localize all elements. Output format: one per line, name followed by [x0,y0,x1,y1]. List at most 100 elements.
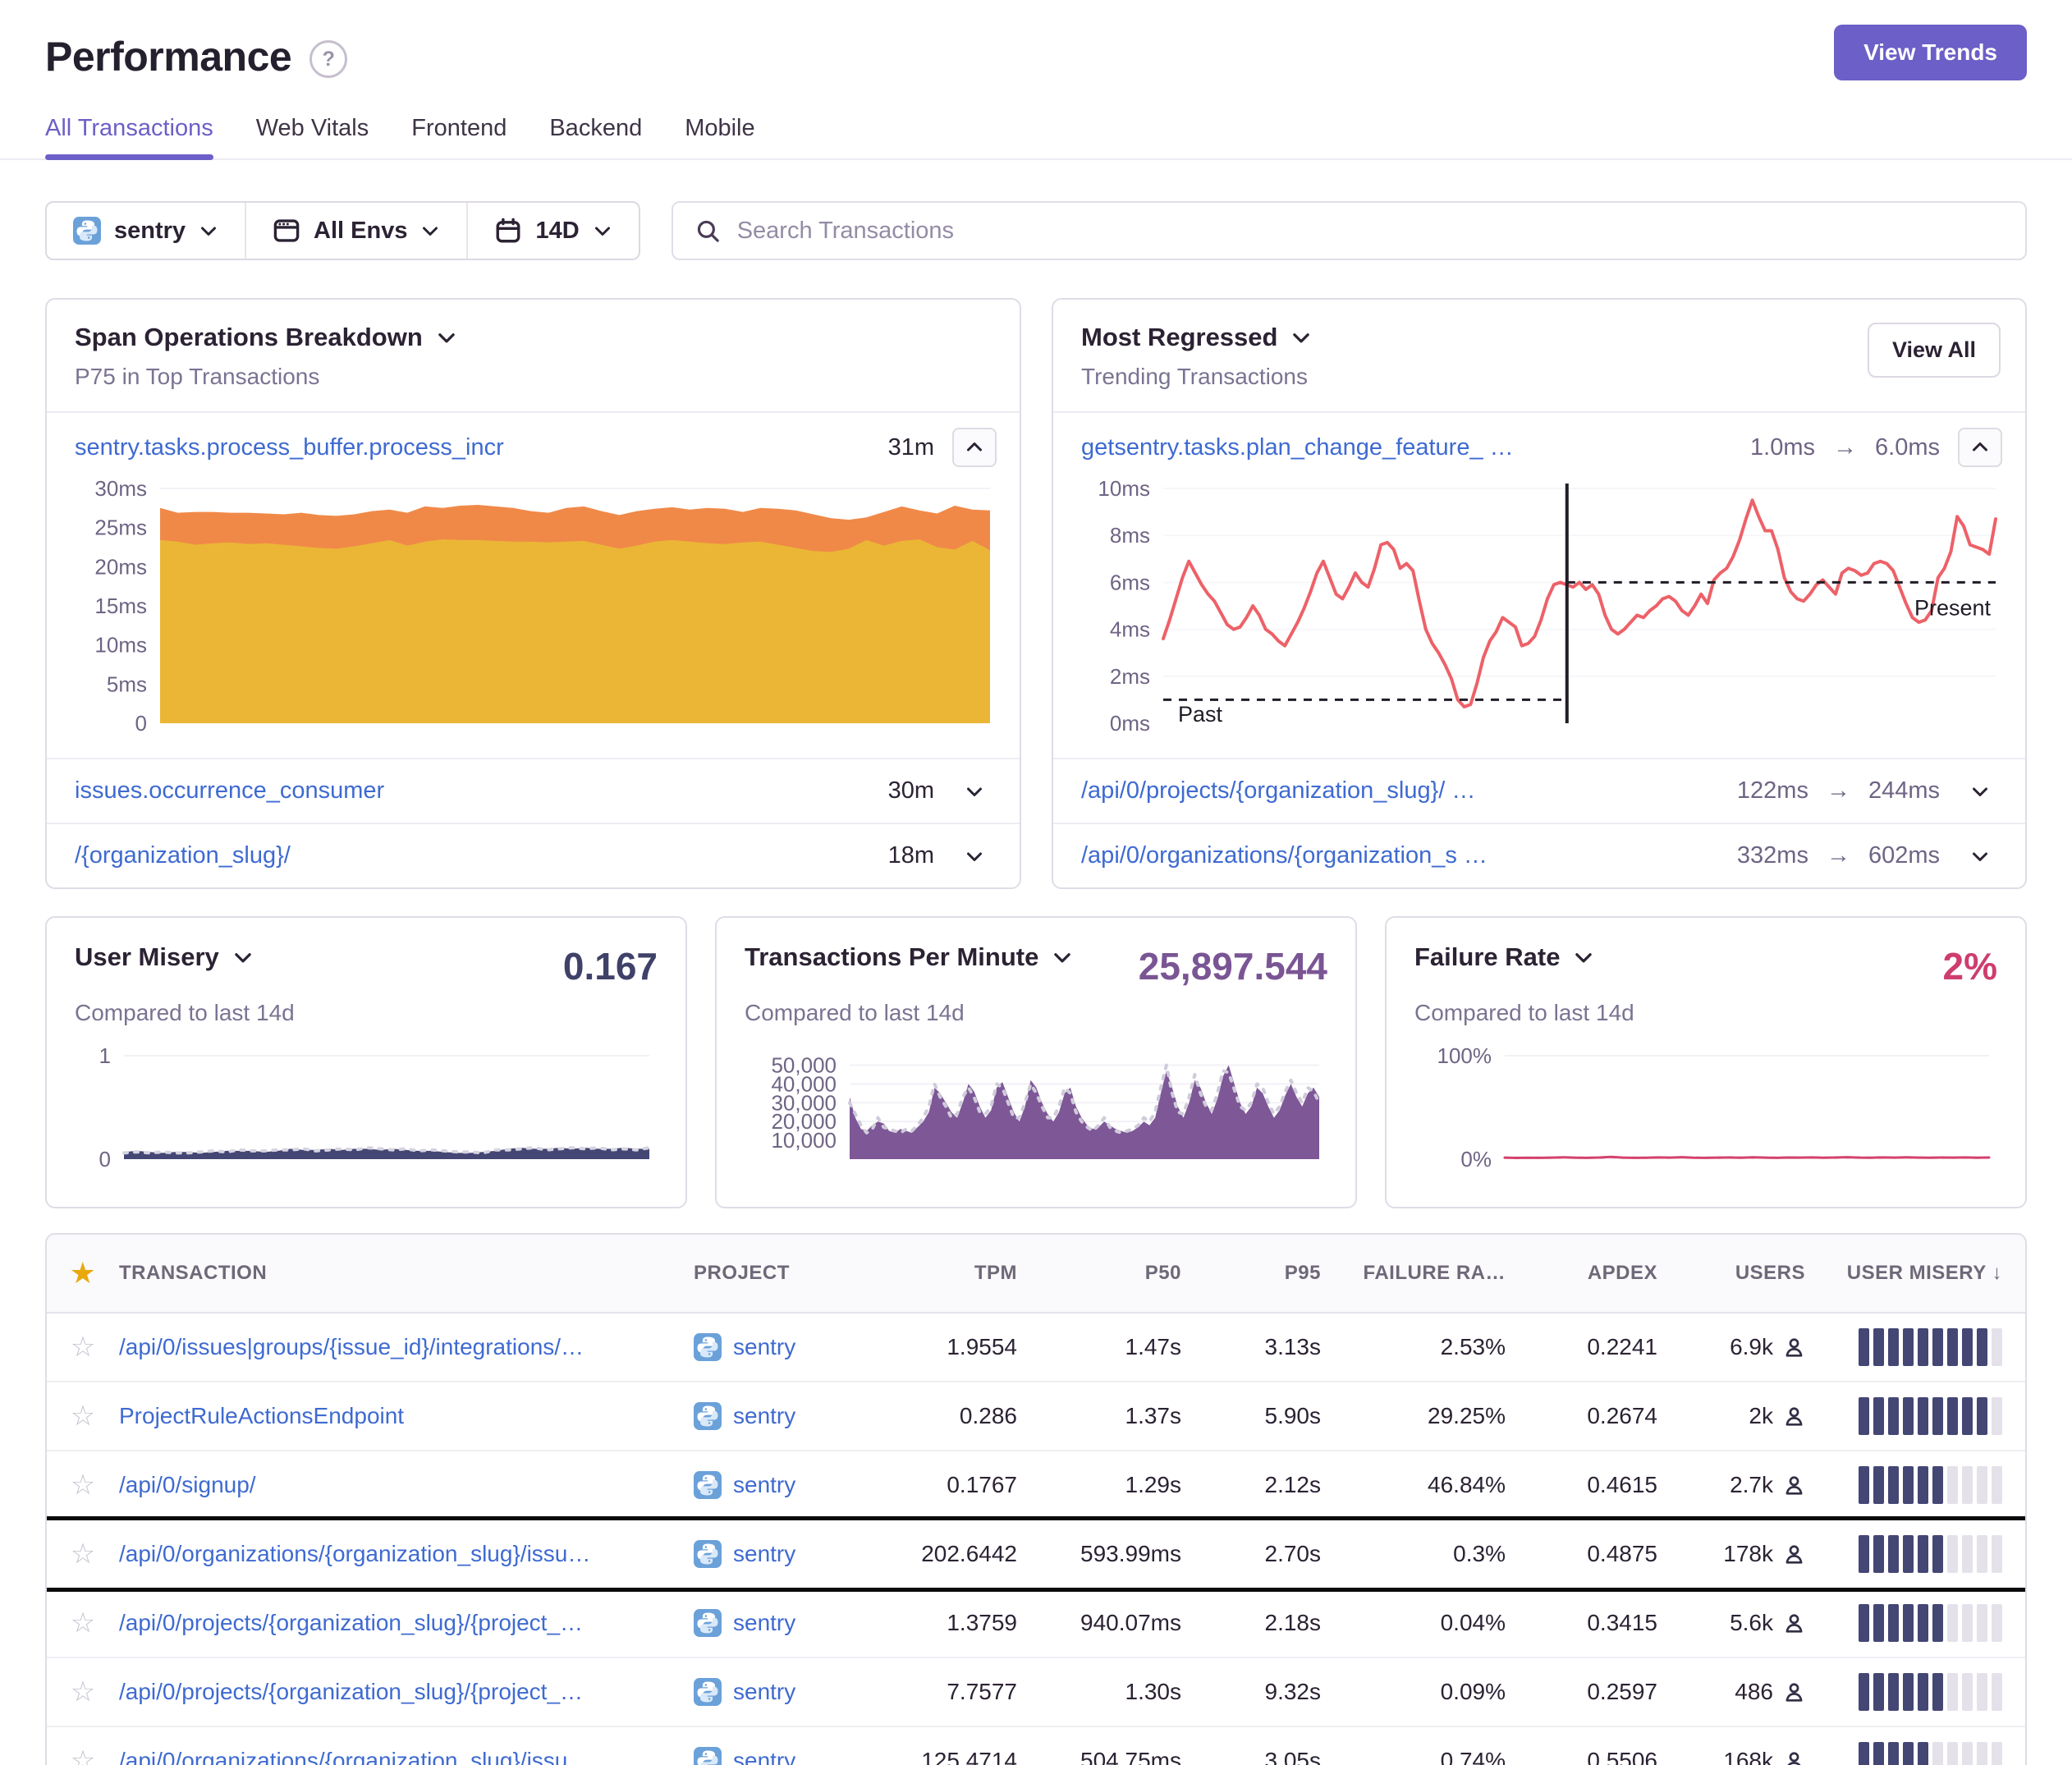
span-ops-title-dropdown[interactable]: Span Operations Breakdown [75,323,457,352]
column-header-p50[interactable]: P50 [1022,1262,1186,1285]
transaction-link[interactable]: ProjectRuleActionsEndpoint [119,1403,677,1429]
tab[interactable]: Backend [549,115,642,158]
environments-icon [273,217,300,245]
metric-chart: 50,00040,00030,00020,00010,000 [745,1046,1327,1187]
expand-button[interactable] [1958,782,2002,801]
svg-text:2ms: 2ms [1110,664,1150,689]
span-op-row: issues.occurrence_consumer 30m [47,758,1020,823]
regressed-row: /api/0/organizations/{organization_s … 3… [1053,823,2025,887]
span-op-link[interactable]: /{organization_slug}/ [75,842,870,869]
transaction-link[interactable]: /api/0/signup/ [119,1472,677,1498]
tab[interactable]: Web Vitals [256,115,369,158]
python-project-icon [73,217,101,245]
project-link[interactable]: sentry [733,1334,795,1360]
favorite-star-button[interactable]: ☆ [71,1471,95,1499]
favorite-star-button[interactable]: ☆ [71,1609,95,1637]
favorite-star-button[interactable]: ☆ [71,1402,95,1430]
transaction-link[interactable]: /api/0/issues|groups/{issue_id}/integrat… [119,1334,677,1360]
column-header-tpm[interactable]: TPM [887,1262,1022,1285]
column-header-transaction[interactable]: TRANSACTION [119,1262,694,1285]
p50-value: 1.47s [1022,1334,1186,1360]
transaction-link[interactable]: /api/0/organizations/{organization_slug}… [119,1541,677,1567]
column-header-failure-rate[interactable]: FAILURE RA… [1326,1262,1510,1285]
tpm-value: 202.6442 [887,1541,1022,1567]
favorite-star-button[interactable]: ☆ [71,1678,95,1706]
regressed-transaction-link[interactable]: getsentry.tasks.plan_change_feature_ … [1081,434,1732,461]
transaction-link[interactable]: /api/0/organizations/{organization_slug}… [119,1748,677,1765]
python-project-icon [694,1540,722,1568]
chevron-down-icon [1052,947,1073,968]
date-range-filter[interactable]: 14D [466,203,638,259]
tab[interactable]: All Transactions [45,115,213,158]
column-header-user-misery[interactable]: USER MISERY ↓ [1810,1262,2025,1285]
view-all-button[interactable]: View All [1868,323,2001,378]
project-link[interactable]: sentry [733,1403,795,1429]
metric-panel: Transactions Per Minute 25,897.544 Compa… [715,916,1357,1208]
metric-title: Failure Rate [1414,942,1560,972]
regressed-transaction-link[interactable]: /api/0/projects/{organization_slug}/ … [1081,777,1719,805]
env-filter-label: All Envs [314,218,407,245]
view-trends-button[interactable]: View Trends [1834,25,2027,80]
table-row: ☆ /api/0/organizations/{organization_slu… [47,1726,2025,1765]
svg-text:0ms: 0ms [1110,711,1150,736]
tab[interactable]: Frontend [411,115,507,158]
help-icon[interactable]: ? [309,40,347,78]
user-icon [1783,1543,1805,1566]
user-icon [1783,1405,1805,1428]
transactions-table: ★ TRANSACTION PROJECT TPM P50 P95 FAILUR… [45,1233,2027,1765]
project-link[interactable]: sentry [733,1748,795,1765]
most-regressed-title: Most Regressed [1081,323,1277,352]
metric-title-dropdown[interactable]: User Misery [75,942,254,972]
metric-panel: Failure Rate 2% Compared to last 14d 100… [1385,916,2027,1208]
calendar-icon [494,217,522,245]
transaction-link[interactable]: /api/0/projects/{organization_slug}/{pro… [119,1679,677,1705]
chevron-down-icon [593,221,612,241]
project-filter[interactable]: sentry [47,203,245,259]
regressed-transaction-link[interactable]: /api/0/organizations/{organization_s … [1081,842,1719,869]
failure-rate-value: 0.74% [1326,1748,1510,1765]
span-op-link[interactable]: sentry.tasks.process_buffer.process_incr [75,434,870,461]
table-header-row: ★ TRANSACTION PROJECT TPM P50 P95 FAILUR… [47,1235,2025,1313]
table-row: ☆ /api/0/issues|groups/{issue_id}/integr… [47,1313,2025,1381]
column-header-users[interactable]: USERS [1662,1262,1810,1285]
tab[interactable]: Mobile [685,115,754,158]
search-bar [672,201,2027,260]
favorites-column-star-icon[interactable]: ★ [70,1258,97,1288]
span-op-row: /{organization_slug}/ 18m [47,823,1020,887]
project-link[interactable]: sentry [733,1472,795,1498]
svg-text:0: 0 [99,1147,111,1171]
most-regressed-title-dropdown[interactable]: Most Regressed [1081,323,1312,352]
expand-button[interactable] [952,846,997,866]
p50-value: 1.30s [1022,1679,1186,1705]
expand-button[interactable] [952,782,997,801]
expand-button[interactable] [1958,846,2002,866]
favorite-star-button[interactable]: ☆ [71,1333,95,1361]
span-op-link[interactable]: issues.occurrence_consumer [75,777,870,805]
transaction-link[interactable]: /api/0/projects/{organization_slug}/{pro… [119,1610,677,1636]
project-link[interactable]: sentry [733,1610,795,1636]
tpm-value: 0.286 [887,1403,1022,1429]
apdex-value: 0.3415 [1510,1610,1662,1636]
span-ops-panel: Span Operations Breakdown P75 in Top Tra… [45,298,1021,889]
metric-title-dropdown[interactable]: Failure Rate [1414,942,1594,972]
metric-value: 0.167 [563,944,658,988]
collapse-button[interactable] [1958,428,2002,467]
project-link[interactable]: sentry [733,1679,795,1705]
metric-title-dropdown[interactable]: Transactions Per Minute [745,942,1073,972]
chart-panels: Span Operations Breakdown P75 in Top Tra… [45,298,2027,889]
metric-subtitle: Compared to last 14d [745,1000,1327,1026]
collapse-button[interactable] [952,428,997,467]
chevron-down-icon [420,221,440,241]
regressed-from-value: 332ms [1737,842,1808,869]
column-header-p95[interactable]: P95 [1186,1262,1326,1285]
column-header-apdex[interactable]: APDEX [1510,1262,1662,1285]
favorite-star-button[interactable]: ☆ [71,1747,95,1765]
column-header-project[interactable]: PROJECT [694,1262,887,1285]
project-link[interactable]: sentry [733,1541,795,1567]
favorite-star-button[interactable]: ☆ [71,1540,95,1568]
span-op-value: 18m [888,842,934,869]
regressed-from-value: 122ms [1737,777,1808,805]
env-filter[interactable]: All Envs [245,203,466,259]
svg-text:15ms: 15ms [94,594,147,618]
search-input[interactable] [736,217,2004,245]
